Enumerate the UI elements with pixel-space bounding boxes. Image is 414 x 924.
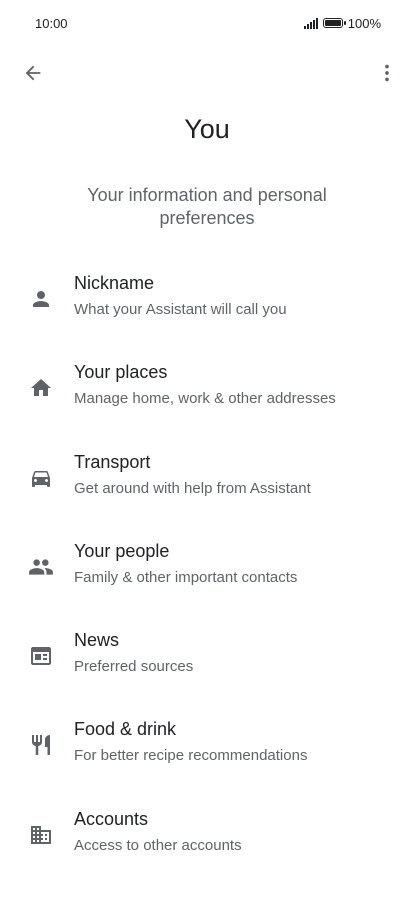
status-time: 10:00 — [35, 15, 68, 31]
status-bar: 10:00 100% — [0, 0, 414, 46]
signal-icon — [303, 17, 318, 29]
list-item-description: Get around with help from Assistant — [74, 479, 311, 497]
list-item-your-people[interactable]: Your people Family & other important con… — [0, 524, 414, 613]
arrow-back-icon — [22, 62, 44, 84]
list-item-description: Preferred sources — [74, 658, 194, 676]
page-title: You — [184, 114, 230, 144]
more-options-button[interactable] — [372, 58, 402, 88]
news-icon — [28, 643, 54, 669]
battery-percentage: 100% — [347, 15, 381, 31]
page-subtitle: Your information and personal preference… — [87, 185, 327, 228]
list-item-description: Access to other accounts — [74, 836, 242, 854]
people-icon — [28, 554, 54, 580]
list-item-title: Nickname — [74, 273, 155, 293]
list-item-title: Your places — [74, 362, 168, 383]
list-item-title: Accounts — [74, 808, 149, 829]
home-icon — [28, 375, 54, 401]
person-icon — [28, 286, 54, 312]
business-icon — [28, 822, 54, 848]
list-item-description: Family & other important contacts — [74, 568, 298, 586]
list-item-description: What your Assistant will call you — [74, 301, 287, 318]
list-item-nickname[interactable]: Nickname What your Assistant will call y… — [0, 256, 414, 345]
restaurant-icon — [28, 732, 54, 758]
list-item-accounts[interactable]: Accounts Access to other accounts — [0, 792, 414, 881]
settings-list: Nickname What your Assistant will call y… — [0, 256, 414, 881]
list-item-title: Food & drink — [74, 719, 177, 740]
list-item-description: For better recipe recommendations — [74, 747, 308, 765]
more-vert-icon — [376, 62, 398, 84]
list-item-food-drink[interactable]: Food & drink For better recipe recommend… — [0, 702, 414, 791]
list-item-title: Transport — [74, 451, 151, 472]
app-bar — [0, 48, 414, 98]
list-item-your-places[interactable]: Your places Manage home, work & other ad… — [0, 345, 414, 434]
back-button[interactable] — [18, 58, 48, 88]
list-item-title: Your people — [74, 540, 170, 561]
list-item-transport[interactable]: Transport Get around with help from Assi… — [0, 435, 414, 524]
list-item-news[interactable]: News Preferred sources — [0, 613, 414, 702]
battery-icon — [322, 18, 346, 28]
status-indicators: 100% — [303, 15, 381, 31]
list-item-title: News — [74, 630, 120, 651]
car-icon — [28, 465, 54, 491]
list-item-description: Manage home, work & other addresses — [74, 390, 336, 408]
